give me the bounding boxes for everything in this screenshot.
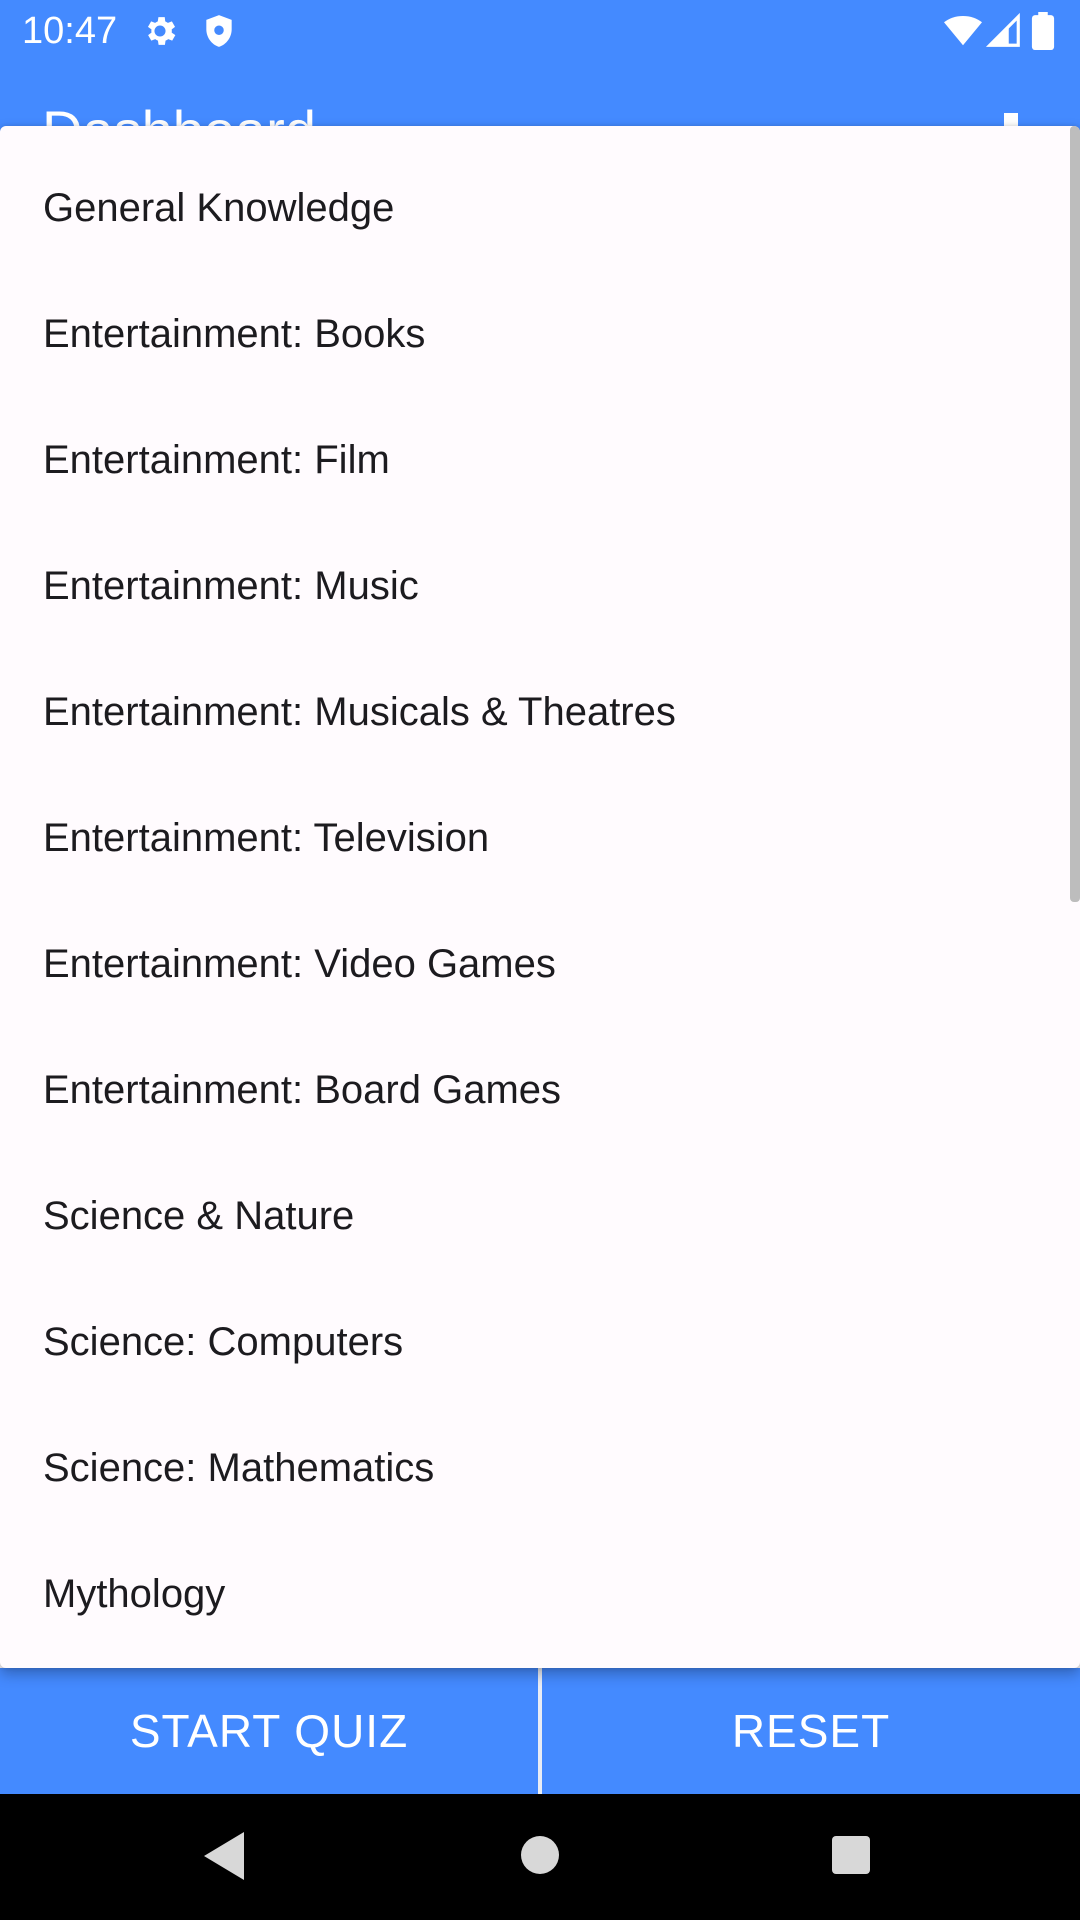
gear-icon	[141, 12, 179, 50]
screen: 10:47 Dashboard START QUIZ RESET	[0, 0, 1080, 1920]
system-nav-bar	[0, 1794, 1080, 1920]
battery-icon	[1030, 12, 1056, 50]
category-item-science-computers[interactable]: Science: Computers	[0, 1279, 1068, 1405]
category-item-science-nature[interactable]: Science & Nature	[0, 1153, 1068, 1279]
category-dropdown-menu: General Knowledge Entertainment: Books E…	[0, 126, 1080, 1668]
category-item-science-mathematics[interactable]: Science: Mathematics	[0, 1405, 1068, 1531]
category-item-entertainment-music[interactable]: Entertainment: Music	[0, 523, 1068, 649]
category-item-entertainment-video-games[interactable]: Entertainment: Video Games	[0, 901, 1068, 1027]
status-time: 10:47	[22, 10, 118, 52]
status-bar: 10:47	[0, 0, 1080, 63]
reset-button[interactable]: RESET	[542, 1668, 1080, 1794]
category-item-entertainment-board-games[interactable]: Entertainment: Board Games	[0, 1027, 1068, 1153]
category-item-entertainment-musicals-theatres[interactable]: Entertainment: Musicals & Theatres	[0, 649, 1068, 775]
signal-icon	[985, 12, 1023, 50]
category-item-entertainment-books[interactable]: Entertainment: Books	[0, 271, 1068, 397]
category-item-general-knowledge[interactable]: General Knowledge	[0, 145, 1068, 271]
shield-icon	[200, 12, 238, 50]
category-list: General Knowledge Entertainment: Books E…	[0, 126, 1068, 1657]
wifi-icon	[944, 12, 982, 50]
start-quiz-button[interactable]: START QUIZ	[0, 1668, 538, 1794]
recents-icon[interactable]	[832, 1836, 870, 1874]
back-icon[interactable]	[204, 1832, 244, 1880]
category-item-mythology[interactable]: Mythology	[0, 1531, 1068, 1657]
bottom-button-bar: START QUIZ RESET	[0, 1668, 1080, 1794]
category-item-entertainment-television[interactable]: Entertainment: Television	[0, 775, 1068, 901]
scrollbar[interactable]	[1070, 126, 1080, 902]
category-item-entertainment-film[interactable]: Entertainment: Film	[0, 397, 1068, 523]
home-icon[interactable]	[521, 1836, 559, 1874]
